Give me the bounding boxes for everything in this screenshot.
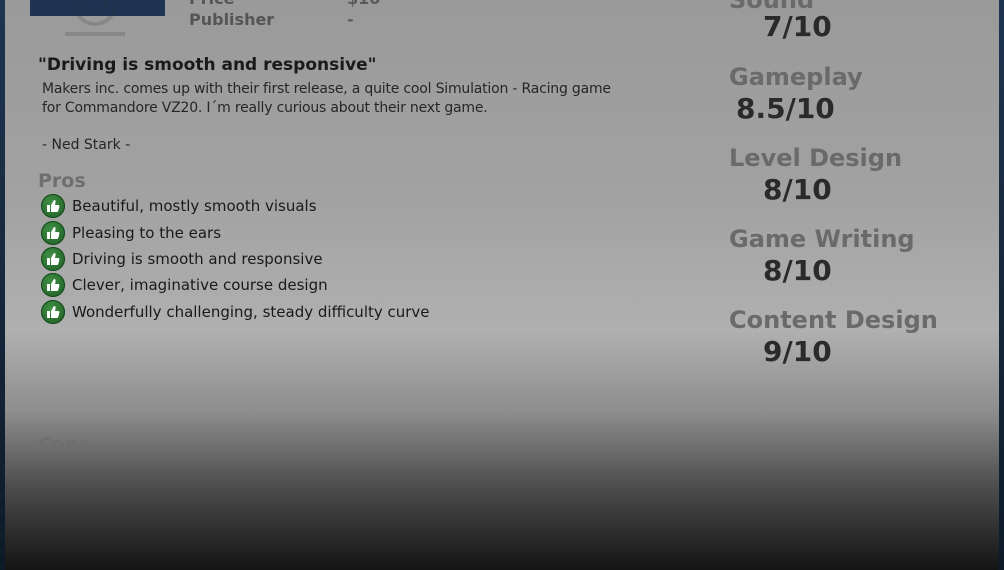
window-frame-left bbox=[0, 0, 5, 570]
thumbs-up-icon bbox=[41, 246, 65, 271]
price-label: Price bbox=[189, 0, 234, 8]
publisher-value: - bbox=[347, 10, 354, 29]
score-title-game-writing: Game Writing bbox=[729, 225, 915, 253]
pros-title: Pros bbox=[38, 170, 86, 192]
pros-item-text: Clever, imaginative course design bbox=[72, 276, 328, 295]
score-title-content-design: Content Design bbox=[729, 306, 938, 334]
thumbs-up-icon bbox=[41, 220, 65, 245]
score-value-game-writing: 8/10 bbox=[763, 254, 832, 287]
pros-item-text: Pleasing to the ears bbox=[72, 223, 222, 242]
score-value-gameplay: 8.5/10 bbox=[736, 92, 835, 125]
pros-item: Beautiful, mostly smooth visuals bbox=[41, 193, 430, 219]
score-value-content-design: 9/10 bbox=[763, 335, 832, 368]
score-title-level-design: Level Design bbox=[729, 144, 903, 172]
pros-item-text: Beautiful, mostly smooth visuals bbox=[72, 197, 317, 216]
cons-title: Cons bbox=[38, 434, 90, 456]
publisher-label: Publisher bbox=[189, 10, 275, 29]
thumbs-up-icon bbox=[41, 299, 65, 324]
pros-item: Wonderfully challenging, steady difficul… bbox=[41, 299, 430, 325]
pros-item: Pleasing to the ears bbox=[41, 219, 430, 245]
score-title-gameplay: Gameplay bbox=[729, 63, 863, 91]
thumbs-up-icon bbox=[41, 273, 65, 298]
score-value-sound: 7/10 bbox=[763, 10, 832, 43]
review-quote: "Driving is smooth and responsive" bbox=[38, 55, 377, 75]
review-author: - Ned Stark - bbox=[42, 137, 131, 153]
cover-reflection bbox=[65, 0, 125, 36]
review-body-line-1: Makers inc. comes up with their first re… bbox=[42, 81, 611, 97]
pros-item-text: Wonderfully challenging, steady difficul… bbox=[72, 302, 430, 321]
score-value-level-design: 8/10 bbox=[763, 173, 832, 206]
price-value: $10 bbox=[347, 0, 380, 8]
thumbs-up-icon bbox=[41, 194, 65, 219]
pros-item: Driving is smooth and responsive bbox=[41, 246, 430, 272]
pros-item-text: Driving is smooth and responsive bbox=[72, 249, 323, 268]
pros-item: Clever, imaginative course design bbox=[41, 272, 430, 298]
window-frame-right bbox=[999, 0, 1004, 570]
pros-list: Beautiful, mostly smooth visuals Pleasin… bbox=[41, 193, 430, 325]
review-body-line-2: for Commandore VZ20. I´m really curious … bbox=[42, 100, 488, 116]
